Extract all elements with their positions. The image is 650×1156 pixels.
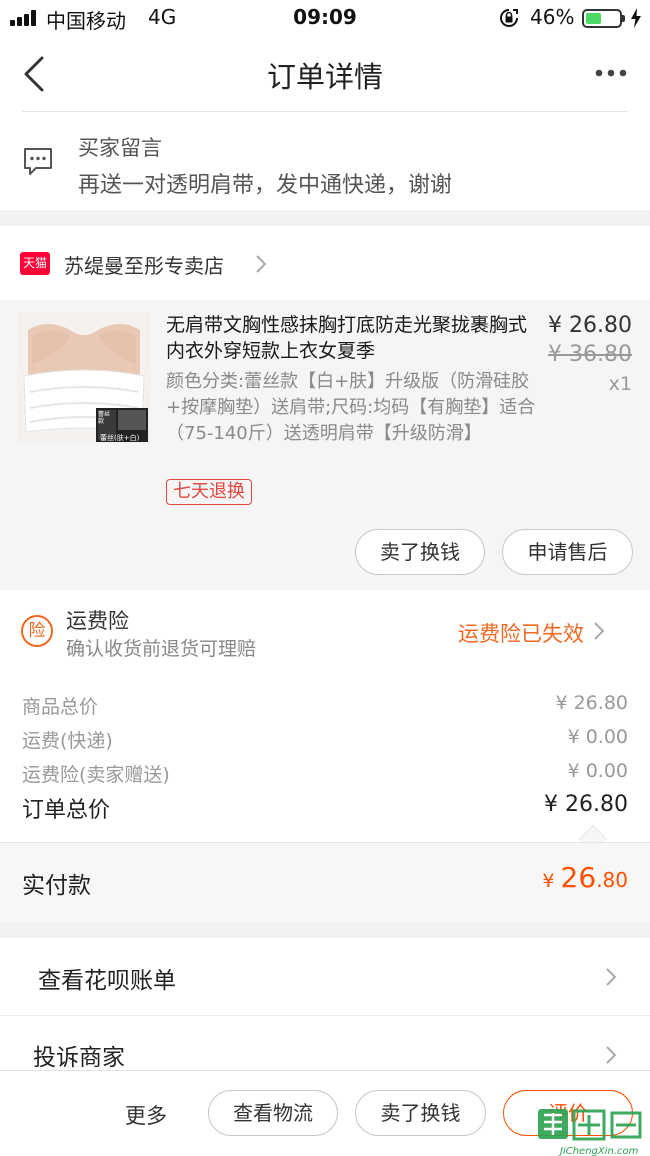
product-thumbnail[interactable]: 蕾丝款 蕾丝(肤+白) [18, 312, 150, 444]
product-item[interactable]: 蕾丝款 蕾丝(肤+白) 无肩带文胸性感抹胸打底防走光聚拢裹胸式内衣外穿短款上衣女… [0, 300, 650, 590]
watermark-text: JiChengXin.com [560, 1146, 639, 1156]
payment-integer: 26 [560, 861, 597, 894]
product-title[interactable]: 无肩带文胸性感抹胸打底防走光聚拢裹胸式内衣外穿短款上衣女夏季 [166, 312, 531, 364]
shop-name[interactable]: 苏缇曼至彤专卖店 [64, 250, 224, 279]
insurance-title: 运费险 [66, 609, 129, 633]
insurance-icon: 险 [21, 615, 53, 647]
summary-label: 运费险(卖家赠送) [22, 764, 170, 786]
huabei-bill-link[interactable]: 查看花呗账单 [0, 938, 650, 1016]
huabei-bill-label: 查看花呗账单 [38, 968, 176, 994]
page-title: 订单详情 [266, 60, 383, 94]
complain-seller-label: 投诉商家 [33, 1045, 125, 1071]
chevron-right-icon [594, 622, 605, 640]
order-total-value: ¥ 26.80 [544, 792, 628, 817]
battery-percent: 46% [530, 5, 575, 29]
sell-for-cash-button[interactable]: 卖了换钱 [355, 529, 485, 575]
actual-payment-label: 实付款 [22, 873, 91, 899]
charging-bolt-icon [631, 8, 641, 28]
battery-tip [622, 15, 625, 22]
battery-icon [582, 9, 622, 28]
battery-level-fill [586, 13, 601, 24]
product-price: ¥ 26.80 [548, 313, 632, 338]
payment-currency: ¥ [542, 870, 561, 892]
actual-payment-row: 实付款 ¥ 26.80 [0, 842, 650, 922]
summary-label: 运费(快递) [22, 730, 113, 752]
status-bar: 中国移动 4G 09:09 46% [0, 0, 650, 36]
product-image-caption-top: 蕾丝款 [98, 411, 111, 425]
product-spec: 颜色分类:蕾丝款【白+肤】升级版（防滑硅胶+按摩胸垫）送肩带;尺码:均码【有胸垫… [166, 371, 536, 444]
view-logistics-button[interactable]: 查看物流 [208, 1090, 338, 1136]
tmall-logo-icon: 天猫 [20, 252, 50, 275]
buyer-message-text: 再送一对透明肩带，发中通快递，谢谢 [78, 173, 453, 198]
shipping-insurance-row[interactable]: 险 运费险 确认收货前退货可理赔 运费险已失效 [0, 590, 650, 672]
chevron-right-icon [256, 255, 267, 273]
shop-row[interactable]: 天猫 苏缇曼至彤专卖店 [0, 226, 650, 300]
payment-decimal: .80 [596, 868, 628, 892]
chevron-right-icon [606, 1046, 617, 1064]
sell-for-cash-button[interactable]: 卖了换钱 [355, 1090, 486, 1136]
after-sale-button[interactable]: 申请售后 [502, 529, 633, 575]
price-summary: 商品总价 ¥ 26.80 运费(快递) ¥ 0.00 运费险(卖家赠送) ¥ 0… [0, 672, 650, 854]
product-quantity: x1 [608, 373, 632, 395]
more-dots-icon[interactable] [594, 67, 628, 79]
return-policy-tag: 七天退换 [166, 479, 252, 505]
message-bubble-icon [24, 148, 52, 175]
rotation-lock-icon [500, 9, 518, 27]
insurance-subtitle: 确认收货前退货可理赔 [66, 638, 257, 660]
order-total-label: 订单总价 [22, 798, 111, 823]
summary-label: 商品总价 [22, 696, 99, 718]
insurance-status[interactable]: 运费险已失效 [458, 618, 584, 648]
product-image-graphic [18, 312, 150, 444]
buyer-message-label: 买家留言 [78, 136, 162, 160]
summary-value: ¥ 0.00 [567, 760, 628, 782]
actual-payment-amount: ¥ 26.80 [542, 861, 628, 894]
summary-value: ¥ 26.80 [555, 692, 628, 714]
summary-value: ¥ 0.00 [567, 726, 628, 748]
chevron-right-icon [606, 968, 617, 986]
product-original-price: ¥ 36.80 [548, 342, 632, 367]
buyer-message-card: 买家留言 再送一对透明肩带，发中通快递，谢谢 [0, 112, 650, 210]
nav-bar: 订单详情 [0, 36, 650, 112]
more-button[interactable]: 更多 [125, 1100, 167, 1130]
product-image-caption-bottom: 蕾丝(肤+白) [100, 434, 140, 442]
